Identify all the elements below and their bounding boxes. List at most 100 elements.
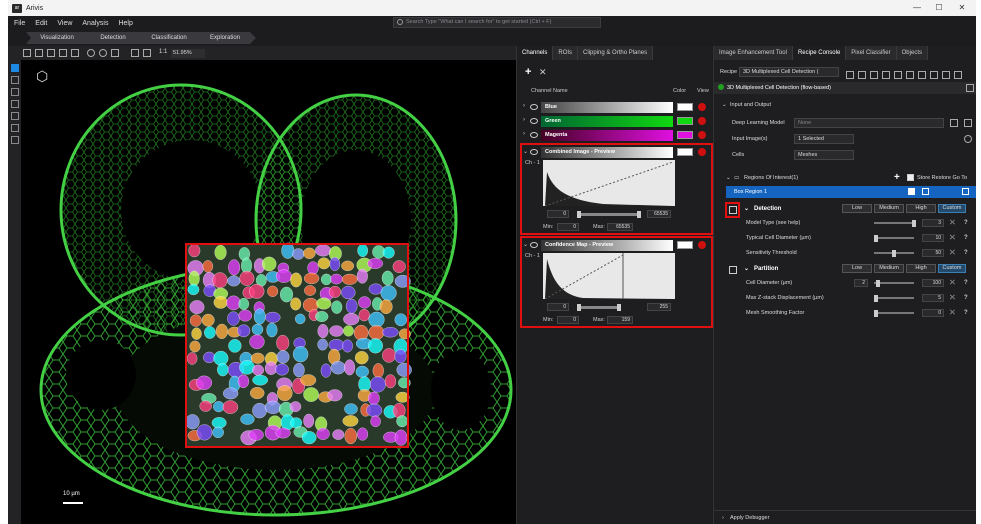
channel-row-blue[interactable]: › Blue: [521, 101, 709, 114]
partition-preset-low[interactable]: Low: [842, 264, 872, 273]
combined-slider-max[interactable]: 65535: [647, 210, 671, 218]
recipe-copy-icon[interactable]: [894, 71, 902, 79]
recipe-export-icon[interactable]: [906, 71, 914, 79]
collapse-icon[interactable]: ⌄: [523, 148, 528, 155]
color-swatch[interactable]: [677, 241, 693, 249]
detection-preset-custom[interactable]: Custom: [938, 204, 966, 213]
search-input[interactable]: Search Type "What can I search for" to g…: [393, 17, 601, 28]
workflow-visualization[interactable]: Visualization: [26, 32, 88, 44]
pan-icon[interactable]: [111, 49, 119, 57]
confidence-histogram[interactable]: [543, 253, 675, 299]
model-folder-icon[interactable]: [964, 119, 972, 127]
help-icon[interactable]: ?: [964, 246, 968, 260]
tab-rois[interactable]: ROIs: [553, 46, 579, 60]
param-value-max[interactable]: 100: [922, 279, 944, 287]
reset-icon[interactable]: ⤫: [950, 306, 955, 320]
workflow-detection[interactable]: Detection: [82, 32, 144, 44]
combined-max-knob[interactable]: [637, 211, 641, 218]
image-viewport[interactable]: ⬡ 10 µm: [21, 60, 516, 524]
roi-actions[interactable]: Store Restore Go To: [917, 171, 967, 185]
axes-orientation-icon[interactable]: ⬡: [36, 68, 48, 85]
recipe-save-icon[interactable]: [858, 71, 866, 79]
param-slider[interactable]: [874, 282, 914, 284]
close-button[interactable]: ✕: [950, 0, 974, 16]
param-slider[interactable]: [874, 222, 914, 224]
color-swatch[interactable]: [677, 103, 693, 111]
expand-icon[interactable]: ›: [523, 131, 525, 137]
confidence-range-slider[interactable]: [577, 306, 619, 309]
help-icon[interactable]: ?: [964, 291, 968, 305]
expand-icon[interactable]: ›: [523, 103, 525, 109]
tab-pixel-classifier[interactable]: Pixel Classifier: [846, 46, 897, 60]
help-icon[interactable]: ?: [964, 231, 968, 245]
combined-min-knob[interactable]: [577, 211, 581, 218]
record-icon[interactable]: [698, 148, 706, 156]
menu-view[interactable]: View: [57, 20, 72, 27]
zoom-ratio[interactable]: 1:1: [159, 49, 167, 55]
partition-preview-icon[interactable]: [729, 266, 737, 274]
tab-recipe-console[interactable]: Recipe Console: [792, 46, 847, 60]
color-swatch[interactable]: [677, 148, 693, 156]
fit-icon[interactable]: [131, 49, 139, 57]
record-icon[interactable]: [698, 241, 706, 249]
combined-slider-min[interactable]: 0: [547, 210, 569, 218]
collapse-icon[interactable]: ⌄: [523, 241, 528, 248]
param-slider[interactable]: [874, 297, 914, 299]
roi-tool-icon[interactable]: [11, 124, 19, 132]
settings-icon[interactable]: [964, 135, 972, 143]
detection-preset-low[interactable]: Low: [842, 204, 872, 213]
add-channel-icon[interactable]: +: [525, 66, 531, 78]
combined-range-slider[interactable]: [577, 213, 639, 216]
channel-tool-icon[interactable]: ✕: [539, 67, 547, 78]
record-icon[interactable]: [698, 117, 706, 125]
center-icon[interactable]: [143, 49, 151, 57]
confidence-max-knob[interactable]: [617, 304, 621, 311]
recipe-grid-icon[interactable]: [942, 71, 950, 79]
model-file-icon[interactable]: [950, 119, 958, 127]
partition-preset-custom[interactable]: Custom: [938, 264, 966, 273]
view-2d-icon[interactable]: [23, 49, 31, 57]
cells-select[interactable]: Meshes: [794, 150, 854, 160]
confidence-min-input[interactable]: 0: [557, 316, 579, 324]
zoom-tool-icon[interactable]: [11, 76, 19, 84]
confidence-min-knob[interactable]: [577, 304, 581, 311]
io-section[interactable]: ⌄ Input and Output: [714, 98, 976, 112]
color-swatch[interactable]: [677, 117, 693, 125]
menu-help[interactable]: Help: [118, 20, 132, 27]
measure-tool-icon[interactable]: [11, 112, 19, 120]
menu-analysis[interactable]: Analysis: [82, 20, 108, 27]
param-slider[interactable]: [874, 237, 914, 239]
combined-min-input[interactable]: 0: [557, 223, 579, 231]
add-roi-icon[interactable]: +: [894, 171, 900, 185]
help-icon[interactable]: ?: [964, 306, 968, 320]
zoom-level-select[interactable]: 51.95%: [171, 49, 205, 58]
param-value[interactable]: 50: [922, 249, 944, 257]
reset-icon[interactable]: ⤫: [950, 291, 955, 305]
roi-save-icon[interactable]: [922, 188, 929, 195]
channel-row-magenta[interactable]: › Magenta: [521, 129, 709, 142]
record-icon[interactable]: [698, 103, 706, 111]
param-knob[interactable]: [892, 250, 896, 257]
workflow-exploration[interactable]: Exploration: [194, 32, 256, 44]
minimize-button[interactable]: —: [905, 0, 929, 16]
param-knob[interactable]: [912, 220, 916, 227]
channel-row-confidence[interactable]: ⌄ Confidence Map - Preview: [521, 239, 709, 252]
param-value[interactable]: 10: [922, 234, 944, 242]
recipe-new-icon[interactable]: [846, 71, 854, 79]
eye-icon[interactable]: [530, 118, 538, 124]
combined-max-input[interactable]: 65535: [607, 223, 633, 231]
recipe-tag-icon[interactable]: [918, 71, 926, 79]
pointer-tool-icon[interactable]: [11, 64, 19, 72]
partition-preset-medium[interactable]: Medium: [874, 264, 904, 273]
partition-preset-high[interactable]: High: [906, 264, 936, 273]
roi-item-box-region[interactable]: Box Region 1: [726, 186, 976, 198]
detection-preset-medium[interactable]: Medium: [874, 204, 904, 213]
maximize-button[interactable]: ☐: [927, 0, 951, 16]
param-value[interactable]: 5: [922, 294, 944, 302]
help-icon[interactable]: ?: [964, 276, 968, 290]
param-value-min[interactable]: 2: [854, 279, 868, 287]
reset-icon[interactable]: ⤫: [950, 276, 955, 290]
param-value[interactable]: 3: [922, 219, 944, 227]
param-knob[interactable]: [876, 280, 880, 287]
channel-row-combined[interactable]: ⌄ Combined Image - Preview: [521, 146, 709, 159]
